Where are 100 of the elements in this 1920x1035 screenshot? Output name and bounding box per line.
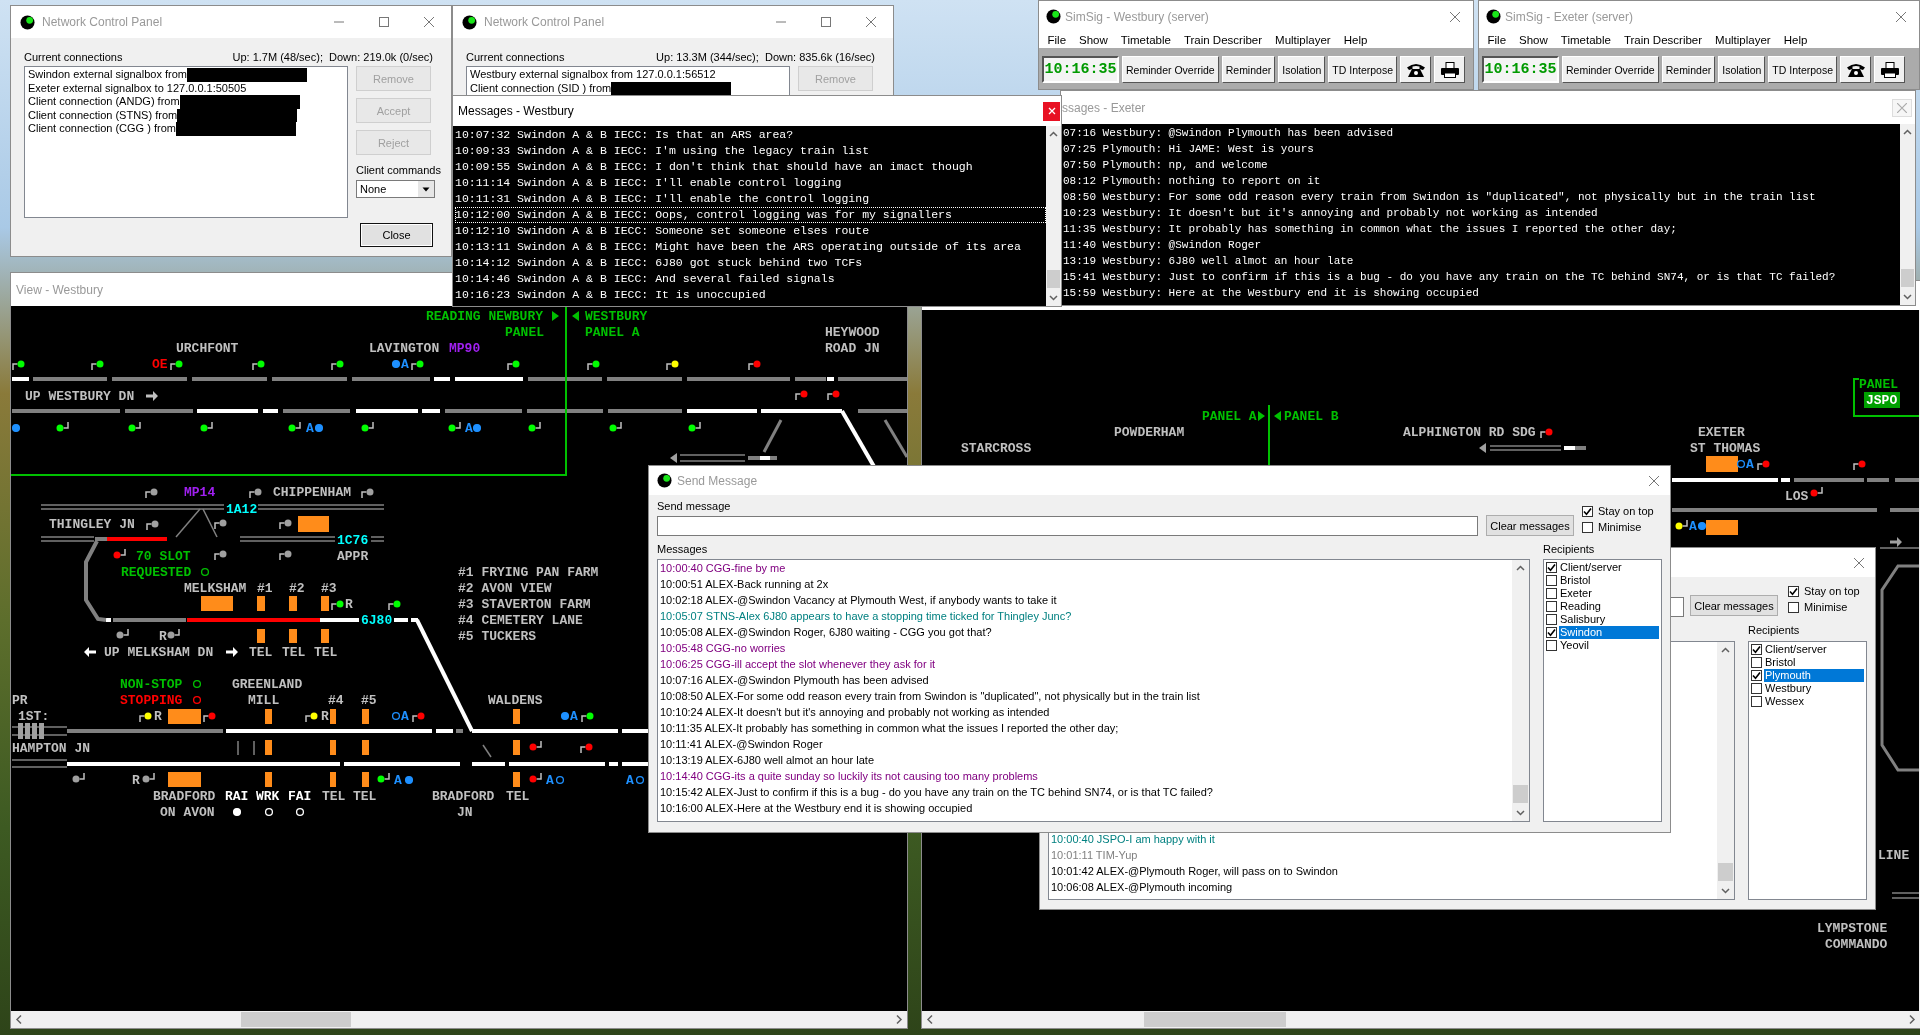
signal-icon[interactable] (167, 628, 180, 639)
menu-item[interactable]: Help (1337, 34, 1374, 46)
message-input-field[interactable] (1671, 597, 1684, 617)
checkbox-option[interactable]: Stay on top (1582, 503, 1662, 519)
recipient-item[interactable]: Bristol (1764, 656, 1864, 669)
checkbox-option[interactable]: Minimise (1788, 599, 1867, 615)
vertical-scrollbar[interactable] (1512, 560, 1529, 821)
recipient-item[interactable]: Yeovil (1559, 639, 1659, 652)
signal-icon[interactable] (91, 360, 104, 371)
recipient-item[interactable]: Client/server (1764, 643, 1864, 656)
scrollbar-thumb[interactable] (1047, 270, 1060, 288)
toolbar-button[interactable]: Reminder (1221, 56, 1276, 83)
scrollbar-thumb[interactable] (1901, 269, 1914, 287)
client-commands-dropdown[interactable]: None (356, 180, 435, 198)
checkbox-option[interactable]: Stay on top (1788, 583, 1867, 599)
menu-item[interactable]: Help (1777, 34, 1814, 46)
signal-icon[interactable] (361, 421, 374, 432)
log-message[interactable]: 10:12:10 Swindon A & B IECC: Someone set someone elses route (455, 223, 1046, 239)
recipient-item[interactable]: Exeter (1559, 587, 1659, 600)
signal-icon[interactable] (200, 421, 213, 432)
menu-item[interactable]: Multiplayer (1708, 34, 1778, 46)
log-message[interactable]: 10:07:32 Swindon A & B IECC: Is that an ARS area? (455, 127, 1046, 143)
signal-icon[interactable] (377, 772, 390, 783)
connection-entry[interactable]: Westbury external signalbox from 127.0.0.1:56512 (470, 68, 716, 82)
connection-entry[interactable]: Swindon external signalbox from (28, 68, 187, 82)
connection-entry[interactable]: Client connection (SID ) from (470, 81, 612, 95)
menu-item[interactable]: File (1041, 34, 1073, 46)
toolbar-button[interactable]: Reminder (1661, 56, 1716, 83)
signal-icon[interactable] (279, 519, 292, 530)
signal-icon[interactable] (214, 519, 227, 530)
checkbox[interactable] (1546, 562, 1557, 573)
log-message[interactable]: 10:11:31 Swindon A & B IECC: I'll enable the control logging (455, 191, 1046, 207)
signal-icon[interactable] (139, 712, 152, 723)
toolbar-button[interactable]: Isolation (1718, 56, 1766, 83)
scrollbar-thumb[interactable] (1718, 863, 1733, 881)
close-button[interactable]: Close (360, 223, 433, 247)
close-button[interactable] (1043, 101, 1060, 121)
checkbox[interactable] (1751, 644, 1762, 655)
signal-icon[interactable] (72, 772, 85, 783)
signal-icon[interactable] (146, 520, 159, 531)
message-input-field[interactable] (657, 516, 1478, 536)
log-message[interactable]: 10:14:46 Swindon A & B IECC: And several failed signals (455, 271, 1046, 287)
telephone-button[interactable] (1400, 56, 1432, 83)
recipient-item[interactable]: Bristol (1559, 574, 1659, 587)
checkbox[interactable] (1788, 601, 1799, 613)
signal-icon[interactable] (1540, 428, 1553, 439)
scrollbar-thumb[interactable] (241, 1012, 351, 1027)
signal-icon[interactable] (214, 550, 227, 561)
connection-entry[interactable]: Client connection (ANDG) from (28, 95, 180, 109)
connections-list[interactable]: Westbury external signalbox from 127.0.0.1:56512 Client connection (SID ) from (466, 66, 790, 95)
signal-icon[interactable] (331, 360, 344, 371)
menu-item[interactable]: Show (1512, 34, 1555, 46)
menu-item[interactable]: Train Describer (1177, 34, 1269, 46)
signal-icon[interactable] (249, 488, 262, 499)
signal-icon[interactable] (56, 421, 69, 432)
recipient-item[interactable]: Salisbury (1559, 613, 1659, 626)
recipient-item[interactable]: Client/server (1559, 561, 1659, 574)
clear-messages-button[interactable]: Clear messages (1486, 515, 1574, 536)
signal-icon[interactable] (448, 421, 461, 432)
menu-item[interactable]: Show (1072, 34, 1115, 46)
signal-icon[interactable] (528, 421, 541, 432)
toolbar-button[interactable]: TD Interpose (1768, 56, 1838, 83)
checkbox[interactable] (1751, 657, 1762, 668)
recipient-item[interactable]: Swindon (1559, 626, 1659, 639)
printer-button[interactable] (1434, 56, 1466, 83)
signal-icon[interactable] (1853, 460, 1866, 471)
log-message[interactable]: 10:16:23 Swindon A & B IECC: It is unoccupied (455, 287, 1046, 303)
checkbox[interactable] (1751, 696, 1762, 707)
signal-icon[interactable] (142, 772, 155, 783)
checkbox[interactable] (1546, 575, 1557, 586)
checkbox[interactable] (1546, 588, 1557, 599)
scrollbar-thumb[interactable] (1513, 785, 1528, 803)
checkbox[interactable] (1546, 614, 1557, 625)
signal-icon[interactable] (1810, 486, 1823, 497)
signal-icon[interactable] (331, 600, 344, 611)
connection-entry[interactable]: Exeter external signalbox to 127.0.0.1:50505 (28, 81, 247, 95)
printer-button[interactable] (1874, 56, 1906, 83)
checkbox[interactable] (1582, 521, 1593, 533)
signal-icon[interactable] (412, 712, 425, 723)
log-message[interactable]: 10:09:55 Swindon A & B IECC: I don't think that should have an imact though (455, 159, 1046, 175)
recipient-item[interactable]: Westbury (1764, 682, 1864, 695)
signal-icon[interactable] (580, 743, 593, 754)
recipient-item[interactable]: Wessex (1764, 695, 1864, 708)
signal-icon[interactable] (305, 712, 318, 723)
telephone-button[interactable] (1840, 56, 1872, 83)
checkbox[interactable] (1582, 505, 1593, 517)
checkbox[interactable] (1751, 670, 1762, 681)
log-message[interactable]: 10:09:33 Swindon A & B IECC: I'm using the legacy train list (455, 143, 1046, 159)
toolbar-button[interactable]: Isolation (1278, 56, 1326, 83)
recipient-item[interactable]: Plymouth (1764, 669, 1864, 682)
checkbox[interactable] (1546, 627, 1557, 638)
checkbox[interactable] (1751, 683, 1762, 694)
checkbox[interactable] (1788, 585, 1799, 597)
checkbox[interactable] (1546, 601, 1557, 612)
signal-icon[interactable] (12, 360, 25, 371)
signal-icon[interactable] (581, 712, 594, 723)
connection-entry[interactable]: Client connection (STNS) from (28, 108, 178, 122)
signal-icon[interactable] (609, 421, 622, 432)
signal-icon[interactable] (203, 712, 216, 723)
menu-item[interactable]: Timetable (1114, 34, 1178, 46)
